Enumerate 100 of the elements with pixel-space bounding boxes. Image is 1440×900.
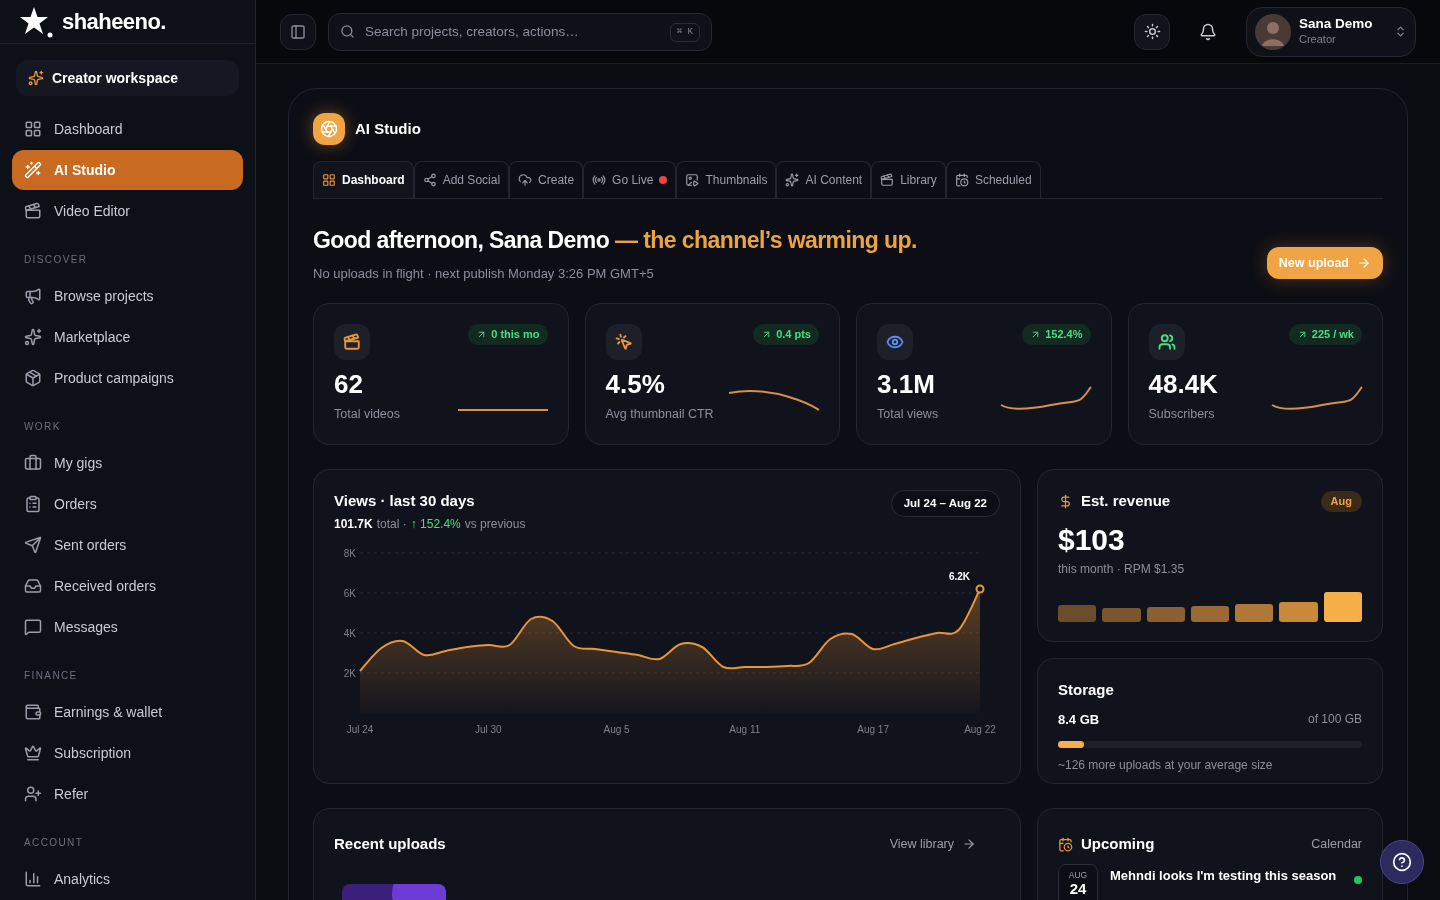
sidebar-item[interactable]: Orders xyxy=(12,484,243,524)
sidebar-item[interactable]: Earnings & wallet xyxy=(12,692,243,732)
calendar-clock-icon xyxy=(954,173,969,187)
change-badge: 0 this mo xyxy=(468,324,548,345)
user-plus-icon xyxy=(24,785,42,803)
view-library-link[interactable]: View library xyxy=(889,834,976,854)
bell-icon xyxy=(1199,22,1217,41)
card-title: Storage xyxy=(1058,680,1115,700)
month-badge: Aug xyxy=(1320,491,1362,512)
theme-toggle[interactable] xyxy=(1134,13,1170,50)
calendar-link[interactable]: Calendar xyxy=(1311,834,1362,854)
studio-title: AI Studio xyxy=(355,118,421,139)
change-badge: 152.4% xyxy=(1022,324,1091,345)
stat-label: Total views xyxy=(877,406,939,424)
storage-used: 8.4 GB xyxy=(1058,710,1100,729)
calendar-clock-icon xyxy=(1058,836,1073,852)
tab[interactable]: Dashboard xyxy=(313,161,414,198)
briefcase-icon xyxy=(24,454,42,472)
tab[interactable]: AI Content xyxy=(776,161,872,198)
date-day: 24 xyxy=(1069,881,1087,897)
revenue-bar xyxy=(1102,608,1141,622)
tab[interactable]: Go Live xyxy=(583,161,677,198)
sidebar-item[interactable]: Received orders xyxy=(12,566,243,606)
greeting-heading: Good afternoon, Sana Demo — the channel’s warming up. xyxy=(313,226,917,255)
sidebar-item[interactable]: Video Editor xyxy=(12,191,243,231)
date-month: AUG xyxy=(1068,868,1088,882)
storage-caption: ~126 more uploads at your average size xyxy=(1058,757,1274,774)
stat-label: Total videos xyxy=(334,406,400,424)
send-icon xyxy=(24,536,42,554)
stat-label: Subscribers xyxy=(1148,406,1216,424)
revenue-bar xyxy=(1235,604,1274,622)
sidebar-item[interactable]: Subscription xyxy=(12,733,243,773)
message-icon xyxy=(24,618,42,636)
total-label: total · xyxy=(376,515,407,533)
stat-value: 62 xyxy=(334,371,364,398)
panel-icon xyxy=(290,23,306,40)
grid-icon xyxy=(322,173,336,187)
package-icon xyxy=(24,369,42,387)
share-icon xyxy=(422,173,437,187)
sidebar-item[interactable]: AI Studio xyxy=(12,150,243,190)
revenue-caption: this month · RPM $1.35 xyxy=(1058,561,1186,578)
revenue-bar xyxy=(1279,602,1318,622)
change-badge: 0.4 pts xyxy=(753,324,819,345)
revenue-bar xyxy=(1190,606,1230,622)
user-name: Sana Demo xyxy=(1299,16,1373,34)
sparkles-icon xyxy=(24,328,42,346)
sidebar-item[interactable]: My gigs xyxy=(12,443,243,483)
x-tick-label: Aug 22 xyxy=(964,723,996,735)
sidebar-item[interactable]: Refer xyxy=(12,774,243,814)
wand-icon xyxy=(24,161,42,179)
sidebar-item[interactable]: Dashboard xyxy=(12,109,243,149)
dollar-icon xyxy=(1058,493,1073,509)
avatar xyxy=(1255,13,1291,50)
workspace-switcher[interactable]: Creator workspace xyxy=(16,60,239,96)
sparkles-icon xyxy=(28,70,44,86)
tab[interactable]: Add Social xyxy=(413,161,510,198)
aperture-icon xyxy=(320,120,338,138)
stat-value: 4.5% xyxy=(605,371,666,398)
y-tick-label: 6K xyxy=(343,587,356,598)
crown-icon xyxy=(24,744,42,762)
sidebar-item[interactable]: Product campaigns xyxy=(12,358,243,398)
sidebar-item[interactable]: Messages xyxy=(12,607,243,647)
change-label: vs previous xyxy=(464,515,526,533)
change-value: ↑ 152.4% xyxy=(410,515,461,533)
chevrons-icon xyxy=(1394,25,1407,38)
tab[interactable]: Thumbnails xyxy=(676,161,777,198)
sidebar-item[interactable]: Marketplace xyxy=(12,317,243,357)
brand-name: shaheeno. xyxy=(62,8,166,36)
sparkles-icon xyxy=(785,173,800,187)
x-tick-label: Jul 24 xyxy=(346,723,374,735)
y-tick-label: 4K xyxy=(343,627,356,638)
x-tick-label: Aug 5 xyxy=(603,723,630,735)
sidebar-item[interactable]: Sent orders xyxy=(12,525,243,565)
point-marker xyxy=(975,584,985,593)
clapperboard-icon xyxy=(24,202,42,220)
data-label: 6.2K xyxy=(948,570,970,582)
revenue-bar xyxy=(1146,607,1185,622)
date-range[interactable]: Jul 24 – Aug 22 xyxy=(890,490,1000,518)
sidebar-toggle[interactable] xyxy=(280,13,316,50)
tab[interactable]: Create xyxy=(509,161,584,198)
shortcut-hint: ⌘ K xyxy=(669,22,700,42)
revenue-bar xyxy=(1058,605,1097,622)
tab[interactable]: Scheduled xyxy=(945,161,1041,198)
image-icon xyxy=(685,173,700,187)
user-role: Creator xyxy=(1299,33,1336,47)
wallet-icon xyxy=(24,703,42,721)
revenue-bar xyxy=(1323,592,1362,622)
x-tick-label: Aug 11 xyxy=(729,723,761,735)
user-menu[interactable]: Sana Demo Creator xyxy=(1246,6,1416,57)
cloud-upload-icon xyxy=(518,173,533,187)
sidebar-item[interactable]: Browse projects xyxy=(12,276,243,316)
sidebar-item[interactable]: Analytics xyxy=(12,859,243,899)
y-tick-label: 8K xyxy=(343,547,356,558)
greeting-subtitle: No uploads in flight · next publish Monday 3:26 PM GMT+5 xyxy=(313,264,655,283)
broadcast-icon xyxy=(592,173,607,187)
card-title: Views · last 30 days xyxy=(334,491,476,511)
help-icon xyxy=(1392,852,1412,872)
section-heading: FINANCE xyxy=(23,669,79,683)
event-title: Mehndi looks I'm testing this season xyxy=(1110,866,1337,885)
tab[interactable]: Library xyxy=(871,161,946,198)
